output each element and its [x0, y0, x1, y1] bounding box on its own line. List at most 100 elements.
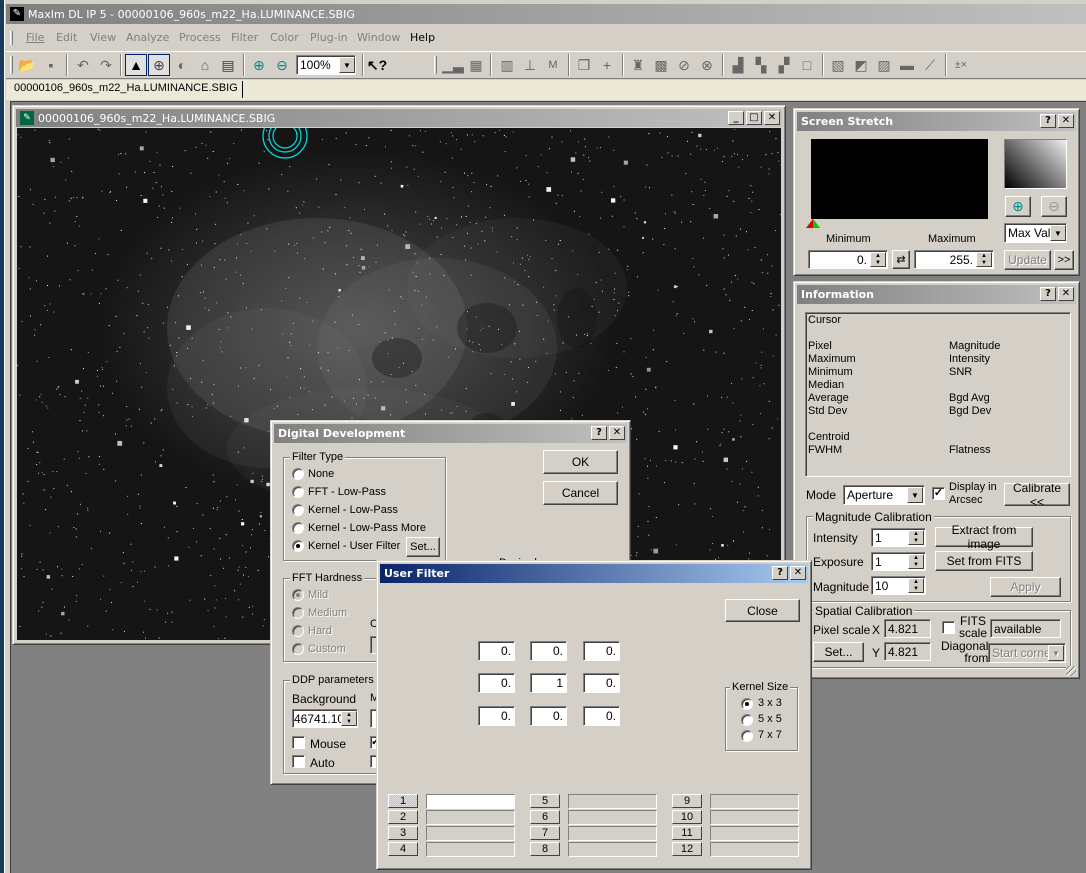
gradient-icon[interactable]: ▧: [827, 54, 849, 76]
save-icon[interactable]: ▪: [40, 54, 62, 76]
menu-edit[interactable]: Edit: [56, 31, 77, 44]
copy-icon[interactable]: ❐: [573, 54, 595, 76]
preset-button[interactable]: 4: [388, 842, 418, 856]
math-icon[interactable]: ±×: [950, 54, 972, 76]
stretch-mode-dropdown[interactable]: ▼: [1050, 225, 1066, 241]
filter-icon[interactable]: ⊗: [696, 54, 718, 76]
open-icon[interactable]: 📂: [16, 54, 38, 76]
menu-plugin[interactable]: Plug-in: [310, 31, 348, 44]
spatial-set-button[interactable]: Set...: [813, 642, 864, 662]
crop-icon[interactable]: ⌂: [194, 54, 216, 76]
preset-button[interactable]: 3: [388, 826, 418, 840]
swap-button[interactable]: ⇄: [892, 250, 910, 269]
hardness-custom-radio[interactable]: [292, 643, 304, 655]
cancel-button[interactable]: Cancel: [543, 481, 618, 505]
bar-icon[interactable]: ▬: [896, 54, 918, 76]
preset-button[interactable]: 9: [672, 794, 702, 808]
preset-name-field[interactable]: [426, 794, 515, 809]
document-tab[interactable]: 00000106_960s_m22_Ha.LUMINANCE.SBIG: [10, 81, 243, 98]
magnitude-spinner[interactable]: ▲ ▼: [908, 578, 924, 593]
measure-icon[interactable]: ⊥: [519, 54, 541, 76]
line-profile-icon[interactable]: ▦: [465, 54, 487, 76]
extract-from-image-button[interactable]: Extract from image: [935, 523, 1033, 551]
preset-button[interactable]: 7: [530, 826, 560, 840]
filter-fft-low-pass-radio[interactable]: [292, 486, 304, 498]
kernel-cell[interactable]: 0.: [478, 706, 515, 726]
overlap-icon[interactable]: ▞: [773, 54, 795, 76]
exposure-spinner[interactable]: ▲ ▼: [908, 554, 924, 569]
kernel-size-3x3-radio[interactable]: [741, 698, 753, 710]
background-spinner[interactable]: ▲ ▼: [341, 711, 357, 726]
auto-checkbox[interactable]: [292, 755, 305, 768]
preset-name-field[interactable]: [568, 842, 657, 857]
gradient2-icon[interactable]: ◩: [850, 54, 872, 76]
preset-name-field[interactable]: [568, 794, 657, 809]
kernel-cell[interactable]: 1: [530, 673, 567, 693]
help-button[interactable]: ?: [591, 426, 607, 440]
close-button[interactable]: ✕: [764, 111, 780, 125]
fits-scale-checkbox[interactable]: [942, 621, 955, 634]
stats-icon[interactable]: ▥: [496, 54, 518, 76]
kernel-cell[interactable]: 0.: [583, 641, 620, 661]
settings-icon[interactable]: ▤: [217, 54, 239, 76]
menu-help[interactable]: Help: [410, 31, 435, 44]
kernel-size-5x5-radio[interactable]: [741, 714, 753, 726]
preset-button[interactable]: 6: [530, 810, 560, 824]
set-user-filter-button[interactable]: Set...: [406, 537, 440, 557]
blink-icon[interactable]: ◐: [171, 54, 193, 76]
kernel-cell[interactable]: 0.: [583, 673, 620, 693]
maximize-button[interactable]: □: [746, 111, 762, 125]
max-marker-icon[interactable]: [813, 219, 820, 228]
zoom-out-icon[interactable]: ⊖: [271, 54, 293, 76]
maximum-spinner[interactable]: ▲ ▼: [976, 252, 992, 267]
menu-process[interactable]: Process: [179, 31, 221, 44]
close-button[interactable]: ✕: [790, 566, 806, 580]
close-button[interactable]: ✕: [1058, 114, 1074, 128]
no-filter-icon[interactable]: ⊘: [673, 54, 695, 76]
close-button[interactable]: ✕: [1058, 287, 1074, 301]
preset-button[interactable]: 12: [672, 842, 702, 856]
menu-file[interactable]: File: [26, 31, 44, 44]
display-arcsec-checkbox[interactable]: ✓: [932, 487, 945, 500]
screen-stretch-icon[interactable]: ▲: [125, 54, 147, 76]
kernel-size-7x7-radio[interactable]: [741, 730, 753, 742]
intensity-spinner[interactable]: ▲ ▼: [908, 530, 924, 545]
diagonal-from-dropdown[interactable]: ▼: [1048, 645, 1064, 661]
preset-name-field[interactable]: [568, 810, 657, 825]
curve-icon[interactable]: ⟋: [919, 54, 941, 76]
kernel-cell[interactable]: 0.: [478, 673, 515, 693]
close-button[interactable]: ✕: [609, 426, 625, 440]
update-button[interactable]: Update: [1004, 250, 1051, 270]
set-from-fits-button[interactable]: Set from FITS: [935, 551, 1033, 571]
preset-button[interactable]: 11: [672, 826, 702, 840]
preset-name-field[interactable]: [426, 810, 515, 825]
apply-button[interactable]: Apply: [990, 577, 1061, 597]
preset-name-field[interactable]: [426, 826, 515, 841]
zoom-dropdown-button[interactable]: ▼: [339, 57, 355, 73]
expand-button[interactable]: >>: [1054, 250, 1074, 270]
close-dialog-button[interactable]: Close: [725, 599, 800, 622]
help-button[interactable]: ?: [1040, 114, 1056, 128]
preset-button[interactable]: 8: [530, 842, 560, 856]
filter-kernel-user-radio[interactable]: [292, 540, 304, 552]
brush-icon[interactable]: ♜: [627, 54, 649, 76]
filter-kernel-low-pass-radio[interactable]: [292, 504, 304, 516]
kernel-cell[interactable]: 0.: [478, 641, 515, 661]
hardness-medium-radio[interactable]: [292, 607, 304, 619]
filter-none-radio[interactable]: [292, 468, 304, 480]
hardness-mild-radio[interactable]: [292, 589, 304, 601]
menu-view[interactable]: View: [90, 31, 116, 44]
menu-filter[interactable]: Filter: [231, 31, 258, 44]
preset-button[interactable]: 10: [672, 810, 702, 824]
zoom-in-icon[interactable]: ⊕: [248, 54, 270, 76]
chart-icon[interactable]: ▟: [727, 54, 749, 76]
histogram-icon[interactable]: ▁▃: [442, 54, 464, 76]
calibrate-button[interactable]: Calibrate <<: [1004, 481, 1070, 509]
filter-kernel-low-pass-more-radio[interactable]: [292, 522, 304, 534]
zoom-out-button[interactable]: ⊖: [1041, 196, 1067, 217]
preset-button[interactable]: 1: [388, 794, 418, 808]
menu-analyze[interactable]: Analyze: [126, 31, 169, 44]
mask-icon[interactable]: ▨: [873, 54, 895, 76]
crosshair-icon[interactable]: +: [596, 54, 618, 76]
undo-icon[interactable]: ↶: [72, 54, 94, 76]
